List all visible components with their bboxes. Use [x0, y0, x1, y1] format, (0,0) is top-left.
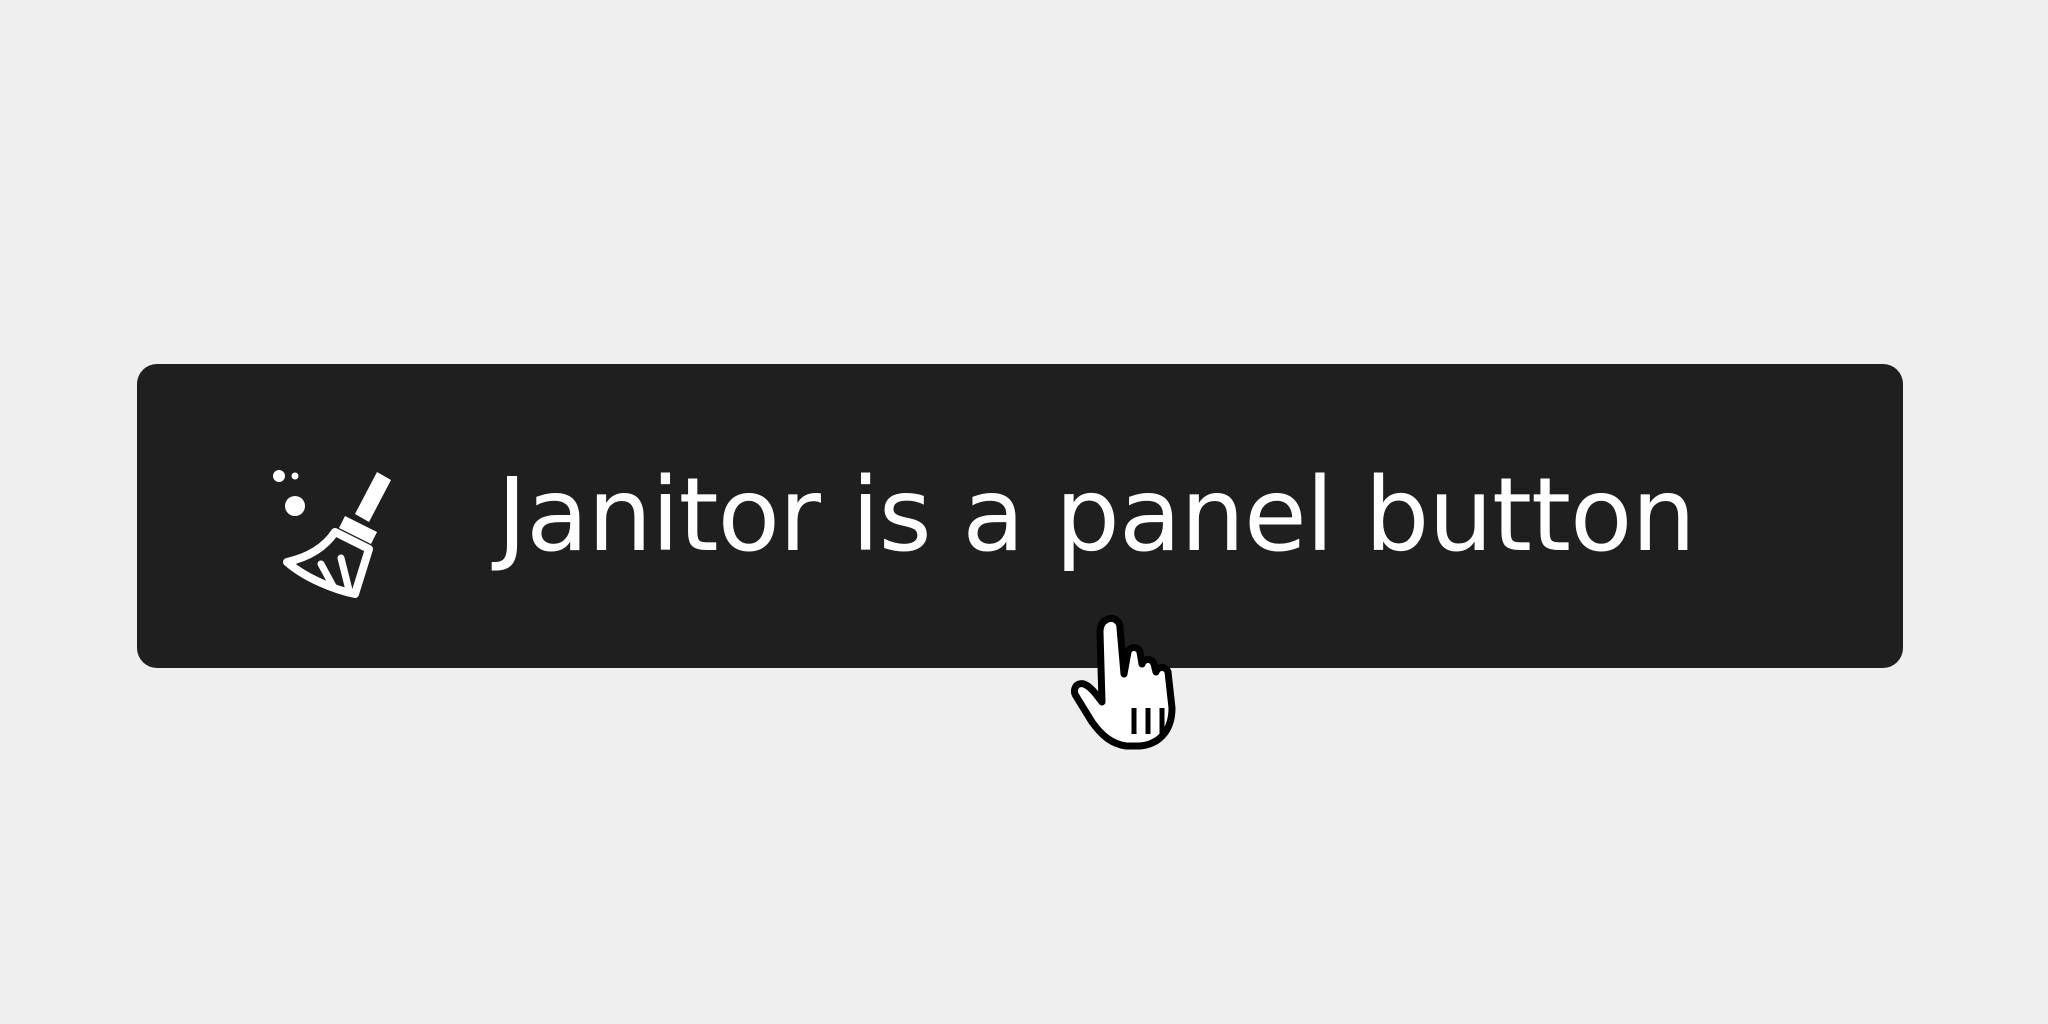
- button-label: Janitor is a panel button: [497, 456, 1696, 575]
- janitor-panel-button[interactable]: Janitor is a panel button: [137, 364, 1903, 668]
- canvas: Janitor is a panel button: [0, 0, 2048, 1024]
- broom-icon: [273, 470, 391, 598]
